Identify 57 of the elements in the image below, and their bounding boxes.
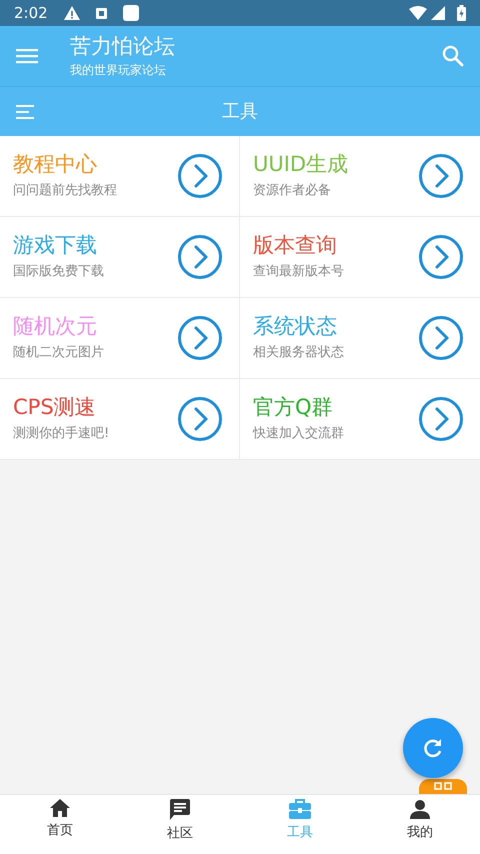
nav-tab[interactable]: 首页 (0, 795, 120, 854)
chat-icon (170, 799, 190, 820)
tool-card[interactable]: CPS测速 测测你的手速吧! (0, 379, 240, 460)
grid-icon (434, 782, 452, 790)
app-title: 苦力怕论坛 (70, 34, 175, 60)
notification-icon (122, 5, 139, 21)
warning-icon (64, 6, 80, 20)
refresh-icon (422, 737, 444, 759)
charging-battery-icon (457, 5, 466, 21)
chevron-right-icon (177, 153, 223, 199)
section-title: 工具 (222, 100, 258, 124)
chevron-right-icon (418, 234, 464, 280)
wifi-icon (409, 6, 427, 20)
menu-button[interactable] (16, 48, 38, 64)
menu-fab[interactable] (419, 779, 467, 794)
search-button[interactable] (442, 45, 464, 67)
tool-description: 相关服务器状态 (253, 344, 345, 362)
tool-description: 资源作者必备 (253, 182, 332, 200)
tool-card[interactable]: 版本查询 查询最新版本号 (240, 217, 480, 298)
clock-text: 2:02 (14, 2, 48, 24)
app-subtitle: 我的世界玩家论坛 (70, 63, 167, 78)
tool-card[interactable]: 系统状态 相关服务器状态 (240, 298, 480, 379)
notification-icon (96, 8, 107, 18)
nav-tab[interactable]: 社区 (120, 795, 240, 854)
nav-tab[interactable]: 我的 (360, 795, 480, 854)
chevron-right-icon (177, 234, 223, 280)
chevron-right-icon (177, 396, 223, 442)
chevron-right-icon (418, 153, 464, 199)
tool-title: 游戏下载 (13, 232, 98, 258)
tool-card[interactable]: 教程中心 问问题前先找教程 (0, 136, 240, 217)
tool-description: 查询最新版本号 (253, 262, 345, 281)
home-icon (50, 799, 70, 817)
nav-tab[interactable]: 工具 (240, 795, 360, 854)
refresh-button[interactable] (403, 718, 463, 778)
tool-title: UUID生成 (253, 152, 350, 177)
signal-icon (431, 6, 445, 20)
tool-title: 随机次元 (13, 314, 98, 339)
chevron-right-icon (418, 315, 464, 361)
tool-title: 版本查询 (253, 232, 338, 258)
chevron-right-icon (177, 315, 223, 361)
list-menu-button[interactable] (16, 104, 34, 118)
tool-description: 快速加入交流群 (253, 424, 345, 443)
chevron-right-icon (418, 396, 464, 442)
tool-card[interactable]: 官方Q群 快速加入交流群 (240, 379, 480, 460)
tool-description: 问问题前先找教程 (13, 182, 118, 200)
tool-card[interactable]: 随机次元 随机二次元图片 (0, 298, 240, 379)
tool-title: 官方Q群 (253, 394, 334, 420)
tool-title: 教程中心 (13, 152, 98, 177)
tool-title: CPS测速 (13, 394, 97, 420)
tool-description: 国际版免费下载 (13, 262, 105, 281)
tool-card[interactable]: 游戏下载 国际版免费下载 (0, 217, 240, 298)
tool-title: 系统状态 (253, 314, 338, 339)
toolbox-icon (289, 799, 311, 819)
tool-card[interactable]: UUID生成 资源作者必备 (240, 136, 480, 217)
tool-description: 测测你的手速吧! (13, 424, 110, 443)
tool-description: 随机二次元图片 (13, 344, 105, 362)
person-icon (410, 799, 430, 819)
